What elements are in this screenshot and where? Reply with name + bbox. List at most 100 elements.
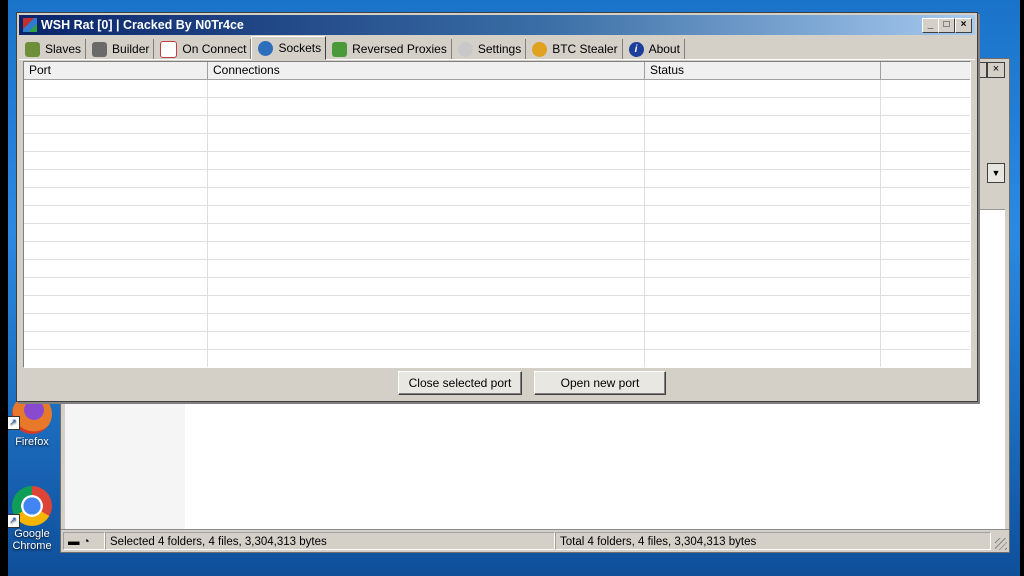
table-cell [881, 332, 970, 349]
shortcut-arrow-icon: ↗ [8, 416, 20, 430]
close-button[interactable]: × [955, 18, 972, 33]
column-header-status[interactable]: Status [645, 62, 881, 79]
table-row[interactable] [24, 314, 970, 332]
tab-slaves[interactable]: Slaves [19, 39, 87, 59]
table-cell [208, 116, 645, 133]
desktop: ↗ Firefox ↗ Google Chrome × ▼ ▬ ◔ Select… [8, 0, 1020, 576]
socket-icon [258, 40, 274, 56]
column-header-port[interactable]: Port [24, 62, 208, 79]
title-bar[interactable]: WSH Rat [0] | Cracked By N0Tr4ce _ □ × [19, 15, 975, 35]
desktop-icon-label: Firefox [15, 436, 49, 448]
minimize-button[interactable]: _ [922, 18, 939, 33]
hammer-icon [92, 41, 108, 57]
table-row[interactable] [24, 350, 970, 367]
tab-label: Settings [477, 42, 522, 56]
table-row[interactable] [24, 116, 970, 134]
table-cell [208, 152, 645, 169]
table-cell [24, 80, 208, 97]
table-cell [208, 296, 645, 313]
table-cell [881, 296, 970, 313]
table-cell [881, 260, 970, 277]
table-cell [208, 332, 645, 349]
table-row[interactable] [24, 260, 970, 278]
tab-label: Sockets [278, 41, 322, 55]
table-row[interactable] [24, 224, 970, 242]
table-row[interactable] [24, 152, 970, 170]
table-cell [208, 242, 645, 259]
table-cell [645, 206, 881, 223]
table-row[interactable] [24, 170, 970, 188]
table-row[interactable] [24, 278, 970, 296]
close-button[interactable]: × [987, 62, 1005, 78]
table-cell [24, 314, 208, 331]
table-cell [208, 224, 645, 241]
table-row[interactable] [24, 332, 970, 350]
table-row[interactable] [24, 206, 970, 224]
status-selected: Selected 4 folders, 4 files, 3,304,313 b… [105, 532, 555, 550]
status-bar: ▬ ◔ Selected 4 folders, 4 files, 3,304,3… [61, 529, 1009, 552]
table-cell [881, 134, 970, 151]
table-cell [881, 242, 970, 259]
tab-btc-stealer[interactable]: BTC Stealer [526, 39, 623, 59]
tab-reversed-proxies[interactable]: Reversed Proxies [326, 39, 452, 59]
users-icon [25, 41, 40, 57]
tab-sockets[interactable]: Sockets [251, 36, 327, 60]
table-row[interactable] [24, 296, 970, 314]
table-cell [24, 134, 208, 151]
tab-label: Builder [112, 42, 150, 56]
table-cell [881, 170, 970, 187]
table-cell [24, 98, 208, 115]
desktop-icon-label: Google Chrome [12, 528, 52, 552]
table-cell [24, 170, 208, 187]
tab-label: BTC Stealer [552, 42, 618, 56]
table-cell [24, 242, 208, 259]
bitcoin-icon [532, 41, 548, 57]
table-cell [645, 242, 881, 259]
tab-label: Slaves [45, 42, 82, 56]
table-cell [645, 314, 881, 331]
table-cell [24, 152, 208, 169]
table-cell [24, 116, 208, 133]
table-cell [208, 134, 645, 151]
desktop-icon-firefox[interactable]: ↗ Firefox [8, 394, 56, 448]
table-cell [208, 98, 645, 115]
open-new-port-button[interactable]: Open new port [534, 371, 666, 395]
table-cell [645, 332, 881, 349]
table-cell [24, 224, 208, 241]
table-cell [881, 206, 970, 223]
table-cell [881, 80, 970, 97]
table-row[interactable] [24, 188, 970, 206]
column-header-connections[interactable]: Connections [208, 62, 645, 79]
resize-grip-icon[interactable] [995, 538, 1007, 550]
calendar-icon [160, 40, 178, 58]
proxy-icon [332, 41, 348, 57]
table-row[interactable] [24, 134, 970, 152]
tab-builder[interactable]: Builder [86, 39, 155, 59]
table-header: Port Connections Status [24, 62, 970, 80]
tab-on-connect[interactable]: On Connect [154, 39, 252, 59]
status-total: Total 4 folders, 4 files, 3,304,313 byte… [555, 532, 991, 550]
desktop-icon-chrome[interactable]: ↗ Google Chrome [8, 486, 56, 552]
table-row[interactable] [24, 80, 970, 98]
table-cell [24, 278, 208, 295]
dropdown-arrow-icon[interactable]: ▼ [987, 163, 1005, 183]
tab-settings[interactable]: Settings [452, 39, 527, 59]
app-icon [23, 18, 37, 32]
table-cell [645, 116, 881, 133]
shortcut-arrow-icon: ↗ [8, 514, 20, 528]
maximize-button[interactable]: □ [938, 18, 955, 33]
table-cell [208, 314, 645, 331]
table-cell [208, 350, 645, 367]
close-selected-port-button[interactable]: Close selected port [398, 371, 522, 395]
table-cell [645, 278, 881, 295]
table-cell [24, 206, 208, 223]
table-cell [645, 296, 881, 313]
column-header-extra[interactable] [881, 62, 970, 79]
table-cell [24, 350, 208, 367]
tab-about[interactable]: i About [623, 39, 685, 59]
table-row[interactable] [24, 98, 970, 116]
table-cell [645, 170, 881, 187]
table-cell [881, 116, 970, 133]
table-row[interactable] [24, 242, 970, 260]
sockets-table[interactable]: Port Connections Status [23, 61, 971, 368]
